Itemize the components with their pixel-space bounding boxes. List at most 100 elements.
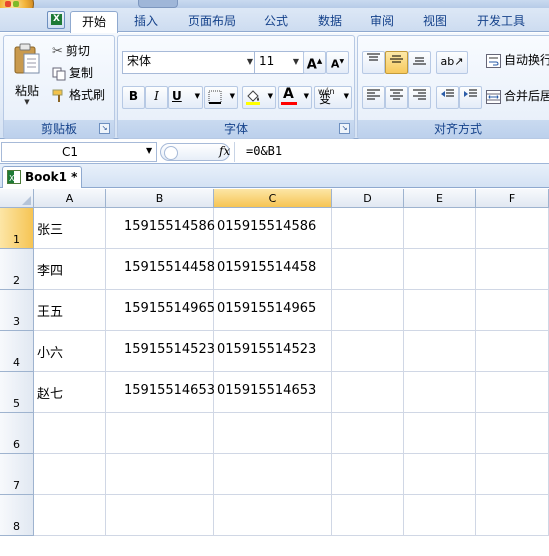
paste-dropdown-icon[interactable]: ▼: [10, 98, 44, 106]
quick-access-toolbar[interactable]: [138, 0, 178, 8]
table-cell[interactable]: 015915514965: [214, 290, 332, 331]
align-top-button[interactable]: [362, 51, 385, 74]
row-header[interactable]: 7: [0, 454, 34, 495]
table-cell[interactable]: [404, 454, 476, 495]
increase-indent-button[interactable]: [459, 86, 482, 109]
table-cell[interactable]: [332, 331, 404, 372]
orientation-button[interactable]: ab↗: [436, 51, 468, 74]
table-cell[interactable]: [476, 249, 549, 290]
table-cell[interactable]: 赵七: [34, 372, 106, 413]
table-cell[interactable]: 张三: [34, 208, 106, 249]
table-cell[interactable]: [404, 331, 476, 372]
table-cell[interactable]: [404, 290, 476, 331]
column-header-c[interactable]: C: [214, 189, 332, 208]
table-cell[interactable]: [332, 249, 404, 290]
format-painter-button[interactable]: 格式刷: [52, 85, 105, 105]
row-header[interactable]: 5: [0, 372, 34, 413]
tab-review[interactable]: 审阅: [360, 11, 404, 32]
table-cell[interactable]: [404, 249, 476, 290]
align-bottom-button[interactable]: [408, 51, 431, 74]
tab-view[interactable]: 视图: [413, 11, 457, 32]
row-header[interactable]: 3: [0, 290, 34, 331]
table-cell[interactable]: [476, 454, 549, 495]
table-cell[interactable]: [476, 208, 549, 249]
font-color-button[interactable]: A ▼: [278, 86, 312, 109]
font-launcher-icon[interactable]: ↘: [339, 123, 350, 134]
table-cell[interactable]: [332, 290, 404, 331]
table-cell[interactable]: [34, 413, 106, 454]
borders-button[interactable]: ▼: [204, 86, 238, 109]
table-cell[interactable]: 15915514523: [106, 331, 215, 372]
align-middle-button[interactable]: [385, 51, 408, 74]
table-cell[interactable]: [332, 495, 404, 536]
row-header[interactable]: 8: [0, 495, 34, 536]
chevron-down-icon[interactable]: ▼: [146, 146, 152, 155]
table-cell[interactable]: [476, 331, 549, 372]
table-cell[interactable]: 015915514653: [214, 372, 332, 413]
table-cell[interactable]: 15915514458: [106, 249, 215, 290]
clipboard-launcher-icon[interactable]: ↘: [99, 123, 110, 134]
table-cell[interactable]: [404, 495, 476, 536]
row-header[interactable]: 6: [0, 413, 34, 454]
table-cell[interactable]: 15915514653: [106, 372, 215, 413]
table-cell[interactable]: [34, 495, 106, 536]
table-cell[interactable]: [476, 372, 549, 413]
excel-icon[interactable]: X: [47, 11, 65, 29]
italic-button[interactable]: I: [145, 86, 168, 109]
table-cell[interactable]: [476, 413, 549, 454]
grow-font-button[interactable]: A▲: [303, 51, 326, 74]
table-cell[interactable]: [214, 413, 332, 454]
cut-button[interactable]: ✂ 剪切: [52, 41, 90, 61]
row-header[interactable]: 4: [0, 331, 34, 372]
tab-data[interactable]: 数据: [308, 11, 352, 32]
table-cell[interactable]: [476, 290, 549, 331]
table-cell[interactable]: [106, 413, 214, 454]
merge-center-button[interactable]: 合并后居: [486, 86, 549, 106]
formula-input[interactable]: =0&B1: [246, 144, 282, 158]
tab-page-layout[interactable]: 页面布局: [180, 11, 244, 32]
underline-button[interactable]: U ▼: [168, 86, 203, 109]
decrease-indent-button[interactable]: [436, 86, 459, 109]
table-cell[interactable]: [34, 454, 106, 495]
table-cell[interactable]: 015915514586: [214, 208, 332, 249]
table-cell[interactable]: [332, 413, 404, 454]
workbook-tab[interactable]: X Book1 *: [2, 166, 82, 188]
formula-bar-divider-handle[interactable]: fx: [160, 143, 230, 161]
table-cell[interactable]: [404, 208, 476, 249]
tab-home[interactable]: 开始: [70, 11, 118, 33]
column-header-e[interactable]: E: [404, 189, 476, 208]
column-header-f[interactable]: F: [476, 189, 549, 208]
tab-developer[interactable]: 开发工具: [470, 11, 532, 32]
shrink-font-button[interactable]: A▼: [326, 51, 349, 74]
align-left-button[interactable]: [362, 86, 385, 109]
row-header[interactable]: 2: [0, 249, 34, 290]
bold-button[interactable]: B: [122, 86, 145, 109]
table-cell[interactable]: 15915514965: [106, 290, 215, 331]
wrap-text-button[interactable]: 自动换行: [486, 50, 549, 70]
name-box[interactable]: C1 ▼: [1, 142, 157, 162]
row-header[interactable]: 1: [0, 208, 34, 249]
align-right-button[interactable]: [408, 86, 431, 109]
table-cell[interactable]: 15915514586: [106, 208, 215, 249]
table-cell[interactable]: 王五: [34, 290, 106, 331]
chevron-down-icon[interactable]: ▼: [291, 52, 301, 71]
table-cell[interactable]: 015915514523: [214, 331, 332, 372]
insert-function-icon[interactable]: fx: [219, 144, 230, 158]
table-cell[interactable]: [404, 372, 476, 413]
column-header-d[interactable]: D: [332, 189, 404, 208]
column-header-a[interactable]: A: [34, 189, 106, 208]
font-size-combo[interactable]: 11 ▼: [254, 51, 304, 74]
table-cell[interactable]: [106, 454, 214, 495]
table-cell[interactable]: [332, 208, 404, 249]
table-cell[interactable]: 小六: [34, 331, 106, 372]
phonetic-button[interactable]: wén 变 ▼: [314, 86, 352, 109]
tab-insert[interactable]: 插入: [124, 11, 168, 32]
fill-color-button[interactable]: ▼: [242, 86, 276, 109]
table-cell[interactable]: [332, 454, 404, 495]
paste-button[interactable]: 粘贴 ▼: [10, 42, 44, 108]
tab-formulas[interactable]: 公式: [254, 11, 298, 32]
table-cell[interactable]: [214, 454, 332, 495]
copy-button[interactable]: 复制: [52, 63, 93, 83]
align-center-button[interactable]: [385, 86, 408, 109]
table-cell[interactable]: 015915514458: [214, 249, 332, 290]
